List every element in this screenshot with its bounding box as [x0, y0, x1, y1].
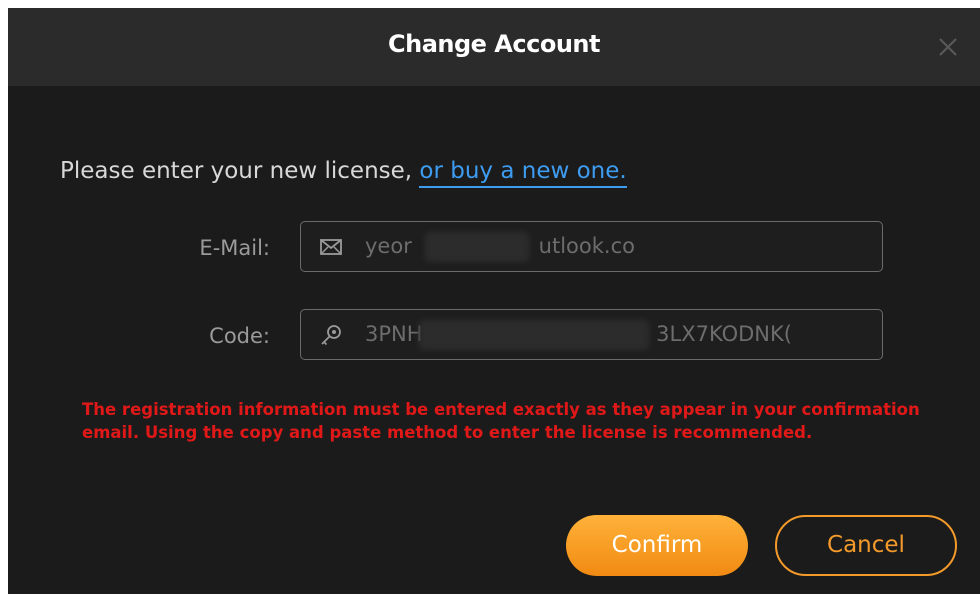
dialog-titlebar: Change Account [8, 8, 980, 86]
redaction-blur [419, 320, 649, 350]
key-icon [319, 324, 343, 346]
registration-warning: The registration information must be ent… [82, 400, 920, 442]
envelope-icon [319, 236, 343, 258]
code-field[interactable] [300, 309, 883, 360]
redaction-blur [425, 232, 529, 262]
buy-new-license-link[interactable]: or buy a new one. [419, 158, 627, 188]
email-label: E-Mail: [199, 236, 270, 260]
confirm-button[interactable]: Confirm [566, 515, 748, 576]
email-field[interactable] [300, 221, 883, 272]
license-prompt-text: Please enter your new license, [60, 158, 420, 184]
code-label: Code: [209, 324, 270, 348]
change-account-dialog: Change Account Please enter your new lic… [8, 8, 980, 594]
close-icon[interactable] [934, 33, 962, 61]
dialog-title: Change Account [388, 30, 600, 58]
cancel-button[interactable]: Cancel [775, 515, 957, 576]
license-prompt: Please enter your new license, or buy a … [60, 158, 627, 188]
